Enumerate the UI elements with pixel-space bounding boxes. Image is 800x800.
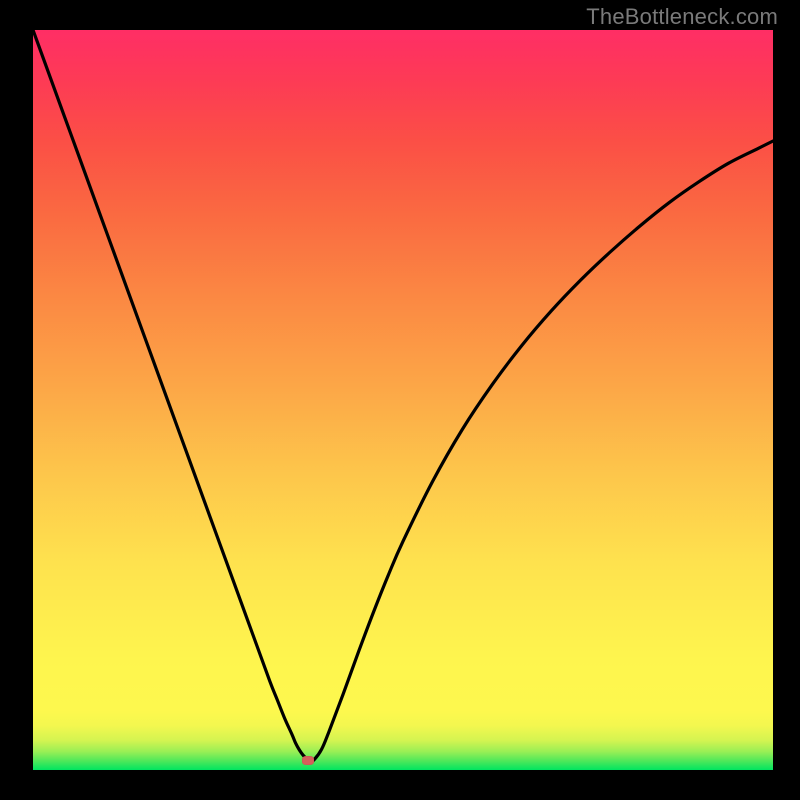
plot-area (33, 30, 773, 770)
bottleneck-curve (33, 30, 773, 770)
watermark-text: TheBottleneck.com (586, 4, 778, 30)
data-marker (302, 756, 314, 765)
chart-frame: TheBottleneck.com (0, 0, 800, 800)
